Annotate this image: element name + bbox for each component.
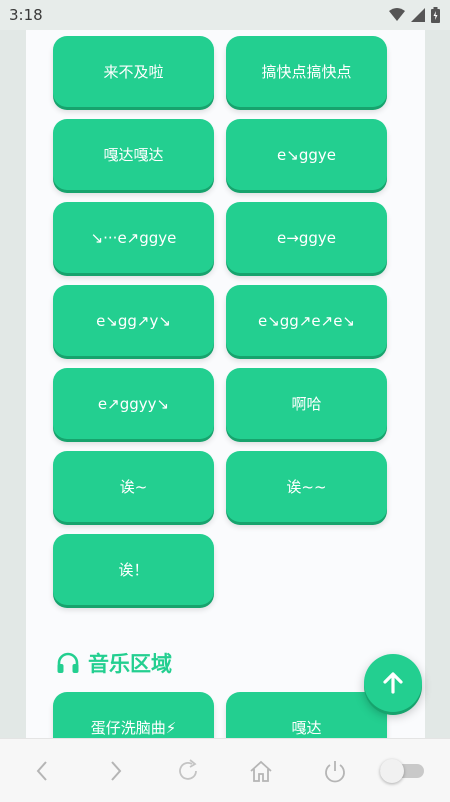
music-section-title: 音乐区域 [88, 652, 172, 676]
sound-button[interactable]: e↗ggyy↘ [53, 368, 214, 439]
toggle-knob [380, 759, 404, 783]
sound-button[interactable]: 来不及啦 [53, 36, 214, 107]
forward-button[interactable] [102, 757, 130, 785]
arrow-up-icon [383, 672, 403, 694]
back-button[interactable] [28, 757, 56, 785]
sound-button[interactable]: ↘···e↗ggye [53, 202, 214, 273]
sound-button[interactable]: 诶~~ [226, 451, 387, 522]
power-icon [325, 761, 345, 783]
sound-button[interactable]: 搞快点搞快点 [226, 36, 387, 107]
sound-button[interactable]: e↘gg↗e↗e↘ [226, 285, 387, 356]
music-section-heading: 音乐区域 [56, 648, 172, 678]
sound-button[interactable]: e→ggye [226, 202, 387, 273]
status-bar: 3:18 [0, 0, 450, 30]
signal-icon [411, 8, 425, 22]
headphones-icon [57, 652, 79, 673]
home-icon [250, 760, 272, 782]
music-button[interactable]: 蛋仔洗脑曲⚡ [53, 692, 214, 738]
chevron-right-icon [111, 761, 122, 781]
sound-button[interactable]: 啊哈 [226, 368, 387, 439]
wifi-icon [389, 8, 405, 21]
sound-button[interactable]: e↘ggye [226, 119, 387, 190]
sound-button[interactable]: 诶！ [53, 534, 214, 605]
main-content: 来不及啦 搞快点搞快点 嘎达嘎达 e↘ggye ↘···e↗ggye e→ggy… [26, 30, 425, 738]
power-button[interactable] [321, 757, 349, 785]
toolbar-toggle[interactable] [380, 759, 424, 783]
sound-button-grid: 来不及啦 搞快点搞快点 嘎达嘎达 e↘ggye ↘···e↗ggye e→ggy… [53, 36, 387, 605]
sound-button[interactable]: e↘gg↗y↘ [53, 285, 214, 356]
battery-icon [431, 7, 440, 23]
status-icons [389, 7, 440, 23]
sound-button[interactable]: 嘎达嘎达 [53, 119, 214, 190]
sound-button[interactable]: 诶~ [53, 451, 214, 522]
music-button[interactable]: 嘎达 [226, 692, 387, 738]
browser-toolbar [0, 738, 450, 802]
reload-button[interactable] [174, 757, 202, 785]
chevron-left-icon [36, 761, 47, 781]
home-button[interactable] [247, 757, 275, 785]
reload-icon [179, 759, 197, 780]
music-button-grid: 蛋仔洗脑曲⚡ 嘎达 [53, 692, 387, 738]
status-time: 3:18 [9, 6, 43, 24]
scroll-to-top-button[interactable] [364, 654, 422, 712]
